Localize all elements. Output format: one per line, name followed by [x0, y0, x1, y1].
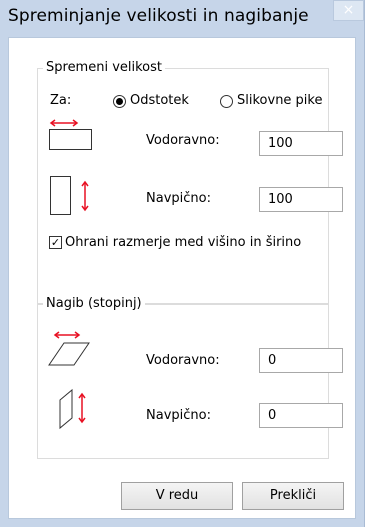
close-button[interactable]: × [333, 0, 364, 21]
skew-horizontal-input[interactable] [259, 348, 343, 373]
resize-horizontal-input[interactable] [259, 131, 343, 156]
resize-vertical-input[interactable] [259, 187, 343, 212]
skew-horizontal-label: Vodoravno: [146, 353, 220, 368]
radio-pixels-indicator[interactable] [220, 95, 233, 108]
ok-button[interactable]: V redu [121, 482, 233, 510]
skew-group-title: Nagib (stopinj) [43, 296, 145, 311]
resize-vertical-icon [50, 176, 89, 215]
radio-percent-label[interactable]: Odstotek [130, 93, 189, 108]
radio-pixels-label[interactable]: Slikovne pike [237, 93, 322, 108]
skew-vertical-input[interactable] [259, 403, 343, 428]
radio-selected-dot [116, 98, 123, 105]
resize-horizontal-icon [49, 119, 92, 150]
close-icon: × [342, 2, 355, 18]
resize-horizontal-label: Vodoravno: [146, 133, 220, 148]
resize-vertical-label: Navpično: [146, 191, 211, 206]
skew-horizontal-icon [48, 331, 90, 366]
dialog-body: Spremeni velikost Za: Odstotek Slikovne … [8, 37, 356, 519]
skew-vertical-icon [59, 388, 86, 430]
skew-vertical-label: Navpično: [146, 408, 211, 423]
resize-skew-dialog: Spreminjanje velikosti in nagibanje × Sp… [0, 0, 365, 527]
resize-by-label: Za: [50, 93, 72, 108]
skew-group [37, 304, 329, 459]
radio-percent-indicator[interactable] [113, 95, 126, 108]
keep-ratio-check-indicator[interactable]: ✓ [49, 236, 62, 249]
keep-ratio-label[interactable]: Ohrani razmerje med višino in širino [65, 235, 301, 250]
window-title: Spreminjanje velikosti in nagibanje [8, 6, 309, 26]
resize-group-title: Spremeni velikost [43, 60, 166, 75]
cancel-button[interactable]: Prekliči [242, 482, 344, 510]
